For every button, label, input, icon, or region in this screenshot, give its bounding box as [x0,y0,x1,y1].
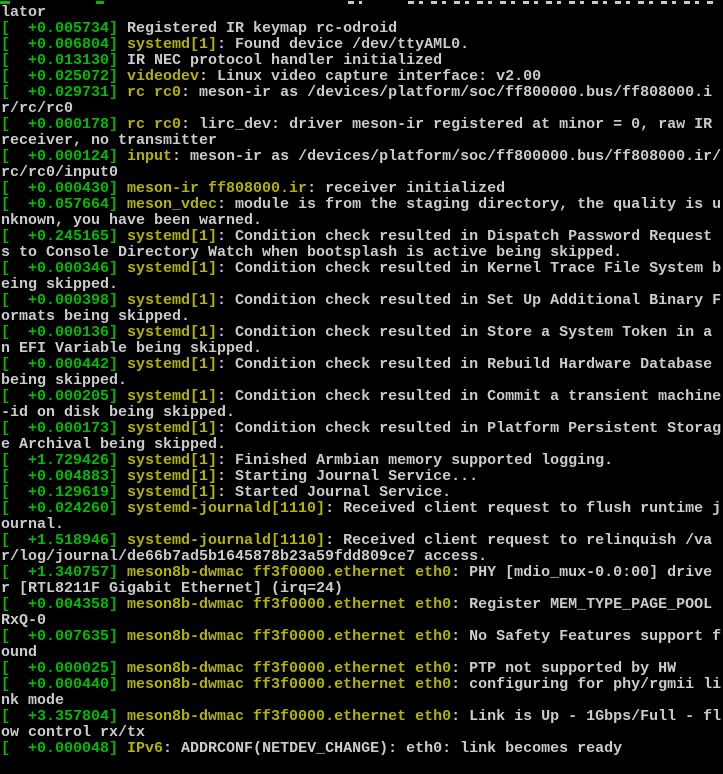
log-timestamp: [ +1.729426] [1,452,128,469]
log-subsystem-tag: input [127,148,173,165]
log-subsystem-tag: rc rc0 [127,84,182,101]
log-message: : receiver initialized [307,180,506,197]
log-timestamp: [ +0.000205] [1,388,128,405]
log-timestamp: [ +3.357804] [1,708,128,725]
log-timestamp: [ +0.000398] [1,292,128,309]
log-subsystem-tag: systemd[1] [127,420,218,437]
log-line: [ +0.057664] meson_vdec: module is from … [1,197,723,229]
log-line: [ +0.129619] systemd[1]: Started Journal… [1,485,723,501]
log-subsystem-tag: systemd-journald[1110] [127,500,326,517]
log-line: [ +0.000440] meson8b-dwmac ff3f0000.ethe… [1,677,723,709]
log-subsystem-tag: systemd[1] [127,484,218,501]
log-output: lator[ +0.005734] Registered IR keymap r… [1,5,723,757]
log-line: [ +0.000048] IPv6: ADDRCONF(NETDEV_CHANG… [1,741,723,757]
log-timestamp: [ +0.004358] [1,596,128,613]
log-subsystem-tag: meson-ir ff808000.ir [127,180,308,197]
log-line: [ +0.000205] systemd[1]: Condition check… [1,389,723,421]
log-timestamp: [ +0.000048] [1,740,128,757]
log-line: [ +0.006804] systemd[1]: Found device /d… [1,37,723,53]
log-subsystem-tag: systemd[1] [127,292,218,309]
log-line: [ +0.025072] videodev: Linux video captu… [1,69,723,85]
log-subsystem-tag: rc rc0 [127,116,182,133]
log-timestamp: [ +0.005734] [1,20,128,37]
log-subsystem-tag: meson8b-dwmac ff3f0000.ethernet eth0 [127,660,452,677]
log-subsystem-tag: systemd[1] [127,228,218,245]
log-message: : PTP not supported by HW [451,660,677,677]
log-message: : Found device /dev/ttyAML0. [217,36,470,53]
log-timestamp: [ +0.007635] [1,628,128,645]
log-message: : Starting Journal Service... [217,468,479,485]
log-line: [ +1.518946] systemd-journald[1110]: Rec… [1,533,723,565]
log-timestamp: [ +0.004883] [1,468,128,485]
log-subsystem-tag: systemd[1] [127,324,218,341]
log-timestamp: [ +1.340757] [1,564,128,581]
log-line: [ +0.000430] meson-ir ff808000.ir: recei… [1,181,723,197]
log-message: : ADDRCONF(NETDEV_CHANGE): eth0: link be… [163,740,623,757]
log-message: : Finished Armbian memory supported logg… [217,452,614,469]
log-timestamp: [ +0.000025] [1,660,128,677]
clipped-glyph-fragment [348,1,362,4]
log-timestamp: [ +0.000136] [1,324,128,341]
log-line: [ +0.000136] systemd[1]: Condition check… [1,325,723,357]
terminal-screen[interactable]: lator[ +0.005734] Registered IR keymap r… [0,0,723,774]
log-line: [ +1.340757] meson8b-dwmac ff3f0000.ethe… [1,565,723,597]
log-timestamp: [ +0.000430] [1,180,128,197]
log-message: : Linux video capture interface: v2.00 [199,68,542,85]
log-subsystem-tag: systemd[1] [127,388,218,405]
log-subsystem-tag: IPv6 [127,740,164,757]
log-line: [ +0.005734] Registered IR keymap rc-odr… [1,21,723,37]
log-line: [ +0.245165] systemd[1]: Condition check… [1,229,723,261]
log-subsystem-tag: systemd[1] [127,260,218,277]
log-subsystem-tag: meson8b-dwmac ff3f0000.ethernet eth0 [127,708,452,725]
log-line: [ +3.357804] meson8b-dwmac ff3f0000.ethe… [1,709,723,741]
log-subsystem-tag: systemd[1] [127,356,218,373]
log-subsystem-tag: meson8b-dwmac ff3f0000.ethernet eth0 [127,676,452,693]
log-line: [ +0.029731] rc rc0: meson-ir as /device… [1,85,723,117]
log-timestamp: [ +0.013130] [1,52,128,69]
log-subsystem-tag: meson8b-dwmac ff3f0000.ethernet eth0 [127,564,452,581]
log-message: IR NEC protocol handler initialized [127,52,443,69]
log-timestamp: [ +0.025072] [1,68,128,85]
log-timestamp: [ +0.245165] [1,228,128,245]
clipped-glyph-fragment [408,1,717,4]
log-timestamp: [ +0.000124] [1,148,128,165]
log-subsystem-tag: meson8b-dwmac ff3f0000.ethernet eth0 [127,596,452,613]
log-line: [ +0.000124] input: meson-ir as /devices… [1,149,723,181]
log-message: lator [1,4,47,21]
log-line: [ +0.000346] systemd[1]: Condition check… [1,261,723,293]
log-timestamp: [ +1.518946] [1,532,128,549]
log-timestamp: [ +0.129619] [1,484,128,501]
log-timestamp: [ +0.057664] [1,196,128,213]
log-line: lator [1,5,723,21]
log-timestamp: [ +0.029731] [1,84,128,101]
log-line: [ +0.024260] systemd-journald[1110]: Rec… [1,501,723,533]
log-timestamp: [ +0.000346] [1,260,128,277]
log-timestamp: [ +0.006804] [1,36,128,53]
log-subsystem-tag: systemd[1] [127,452,218,469]
log-line: [ +0.000025] meson8b-dwmac ff3f0000.ethe… [1,661,723,677]
log-subsystem-tag: videodev [127,68,200,85]
log-timestamp: [ +0.000442] [1,356,128,373]
log-line: [ +0.004358] meson8b-dwmac ff3f0000.ethe… [1,597,723,629]
clipped-glyph-fragment [96,1,104,4]
log-line: [ +0.000442] systemd[1]: Condition check… [1,357,723,389]
log-message: : Started Journal Service. [217,484,452,501]
log-line: [ +1.729426] systemd[1]: Finished Armbia… [1,453,723,469]
log-line: [ +0.000178] rc rc0: lirc_dev: driver me… [1,117,723,149]
log-message: Registered IR keymap rc-odroid [127,20,398,37]
log-line: [ +0.007635] meson8b-dwmac ff3f0000.ethe… [1,629,723,661]
log-subsystem-tag: meson8b-dwmac ff3f0000.ethernet eth0 [127,628,452,645]
log-line: [ +0.013130] IR NEC protocol handler ini… [1,53,723,69]
log-timestamp: [ +0.024260] [1,500,128,517]
log-timestamp: [ +0.000178] [1,116,128,133]
log-line: [ +0.000398] systemd[1]: Condition check… [1,293,723,325]
log-timestamp: [ +0.000173] [1,420,128,437]
log-subsystem-tag: systemd-journald[1110] [127,532,326,549]
log-timestamp: [ +0.000440] [1,676,128,693]
log-subsystem-tag: systemd[1] [127,36,218,53]
log-line: [ +0.000173] systemd[1]: Condition check… [1,421,723,453]
log-subsystem-tag: systemd[1] [127,468,218,485]
log-line: [ +0.004883] systemd[1]: Starting Journa… [1,469,723,485]
log-subsystem-tag: meson_vdec [127,196,218,213]
